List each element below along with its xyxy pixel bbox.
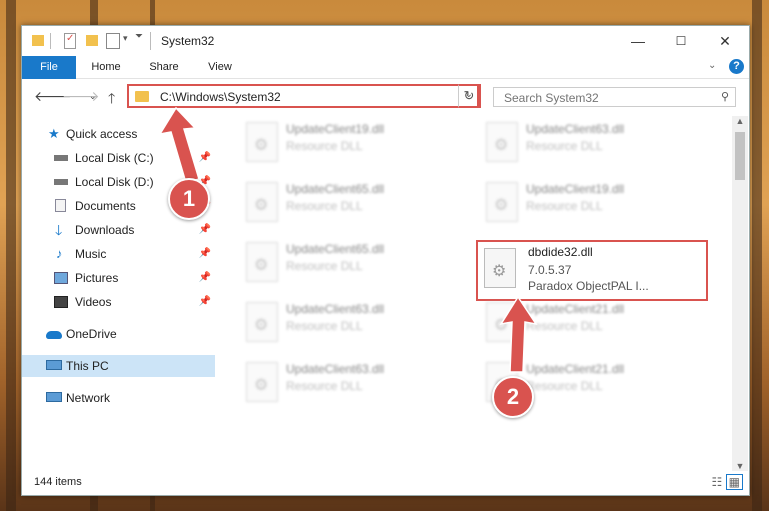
arrow-1 — [158, 106, 200, 184]
callout-badge-1: 1 — [168, 178, 210, 220]
callout-arrows — [158, 106, 538, 373]
arrow-2 — [499, 295, 538, 373]
callout-badge-2: 2 — [492, 376, 534, 418]
